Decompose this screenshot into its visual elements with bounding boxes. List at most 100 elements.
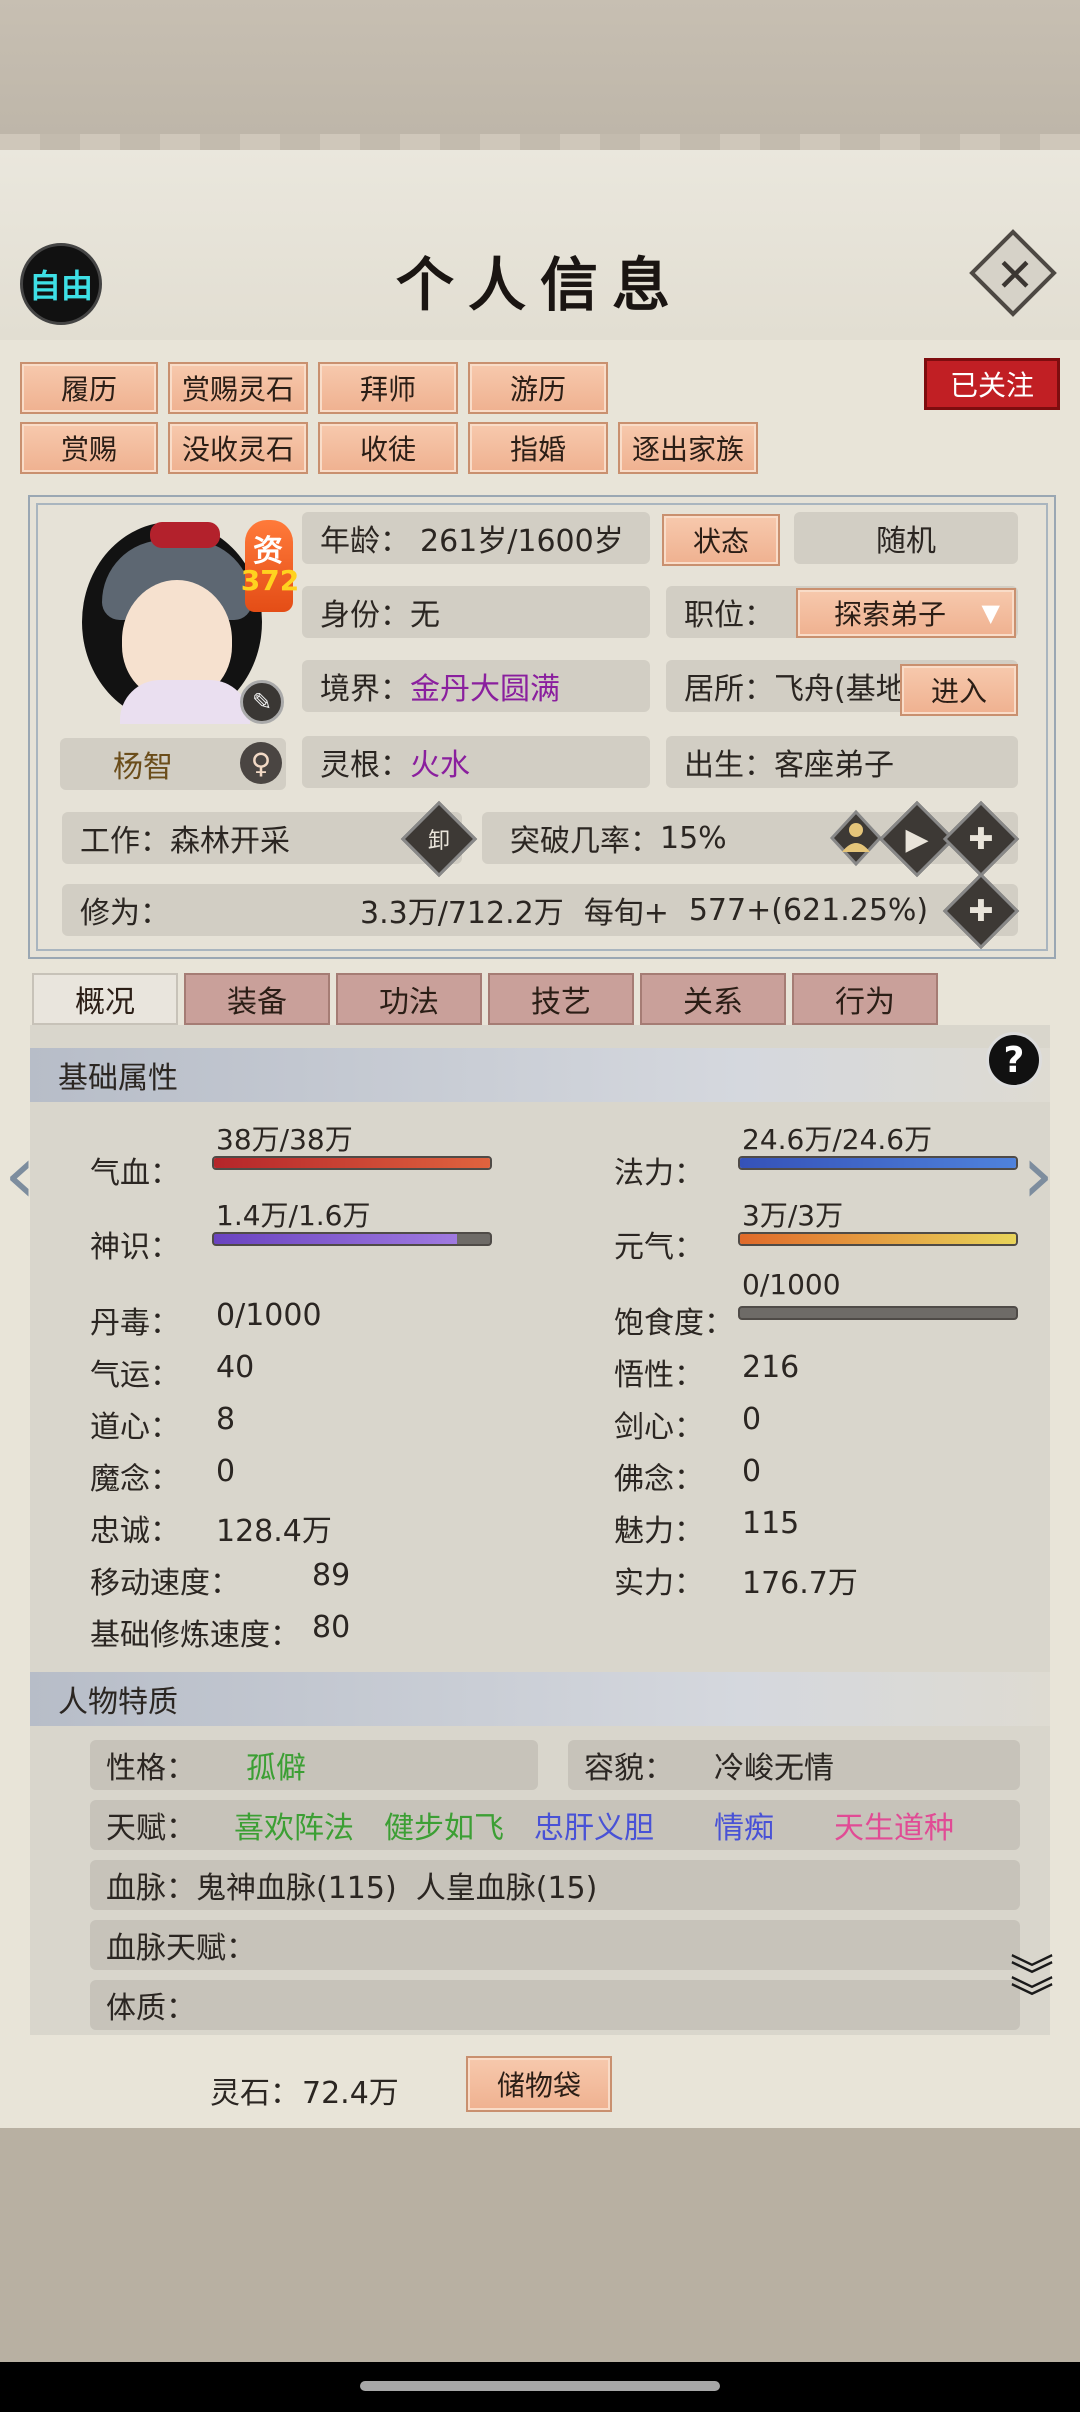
tab-crafts[interactable]: 技艺 bbox=[488, 973, 634, 1025]
dropdown-arrow-icon: ▼ bbox=[981, 599, 1000, 627]
expand-down-icon[interactable]: ︾ ︾ bbox=[1010, 1955, 1070, 2036]
satiety-bar bbox=[738, 1306, 1018, 1320]
free-mode-button[interactable]: 自由 bbox=[20, 243, 102, 325]
qixue-label: 气血： bbox=[90, 1156, 180, 1191]
cultivation-value: 3.3万/712.2万 bbox=[360, 896, 564, 931]
charm-label: 魅力： bbox=[614, 1514, 704, 1549]
shenshi-bar bbox=[212, 1232, 492, 1246]
work-value: 森林开采 bbox=[170, 824, 290, 859]
spirit-root-label: 灵根： bbox=[320, 748, 410, 783]
fali-bar-fill bbox=[740, 1158, 1016, 1168]
action-apprentice-button[interactable]: 拜师 bbox=[318, 362, 458, 414]
tab-relations[interactable]: 关系 bbox=[640, 973, 786, 1025]
luck-label: 气运： bbox=[90, 1358, 180, 1393]
age-row: 年龄： 261岁/1600岁 bbox=[302, 512, 650, 564]
comprehension-value: 216 bbox=[742, 1350, 800, 1385]
talent-item[interactable]: 健步如飞 bbox=[384, 1803, 534, 1847]
aptitude-value: 372 bbox=[240, 564, 300, 597]
cultivation-row: 修为： 3.3万/712.2万 每旬+ 577+(621.25%) bbox=[62, 884, 1018, 936]
sword-heart-label: 剑心： bbox=[614, 1410, 704, 1445]
talent-item[interactable]: 喜欢阵法 bbox=[234, 1803, 384, 1847]
basic-attributes-header: 基础属性 bbox=[30, 1048, 1050, 1102]
character-name-text: 杨智 bbox=[113, 750, 173, 785]
followed-button[interactable]: 已关注 bbox=[924, 358, 1060, 410]
bloodline-value: 鬼神血脉(115) 人皇血脉(15) bbox=[196, 1871, 598, 1906]
action-travel-button[interactable]: 游历 bbox=[468, 362, 608, 414]
move-speed-label: 移动速度： bbox=[90, 1566, 240, 1601]
identity-row: 身份： 无 bbox=[302, 586, 650, 638]
demon-thought-label: 魔念： bbox=[90, 1462, 180, 1497]
demon-thought-value: 0 bbox=[216, 1454, 236, 1489]
bloodline-row: 血脉： 鬼神血脉(115) 人皇血脉(15) bbox=[90, 1860, 1020, 1910]
action-reward-button[interactable]: 赏赐 bbox=[20, 422, 158, 474]
storage-bag-button[interactable]: 储物袋 bbox=[466, 2056, 612, 2112]
yuanqi-value: 3万/3万 bbox=[742, 1199, 844, 1232]
talent-item[interactable]: 天生道种 bbox=[834, 1803, 954, 1847]
help-button[interactable]: ? bbox=[986, 1032, 1042, 1088]
plus-icon: ✚ bbox=[968, 893, 994, 929]
next-character-arrow-icon[interactable]: › bbox=[1022, 1128, 1054, 1221]
talent-item[interactable]: 情痴 bbox=[714, 1803, 834, 1847]
action-reward-stone-button[interactable]: 赏赐灵石 bbox=[168, 362, 308, 414]
shenshi-value: 1.4万/1.6万 bbox=[216, 1199, 371, 1232]
birth-label: 出生： bbox=[684, 748, 774, 783]
work-label: 工作： bbox=[80, 824, 170, 859]
avatar-robe bbox=[120, 680, 250, 724]
personality-value: 孤僻 bbox=[246, 1751, 306, 1786]
luck-value: 40 bbox=[216, 1350, 255, 1385]
satiety-value: 0/1000 bbox=[742, 1268, 841, 1301]
random-button[interactable]: 随机 bbox=[794, 512, 1018, 564]
action-expel-button[interactable]: 逐出家族 bbox=[618, 422, 758, 474]
spirit-root-value: 火水 bbox=[410, 748, 470, 783]
physique-row: 体质： bbox=[90, 1980, 1020, 2030]
personality-label: 性格： bbox=[106, 1751, 196, 1786]
buddha-thought-value: 0 bbox=[742, 1454, 762, 1489]
position-dropdown[interactable]: 探索弟子 ▼ bbox=[796, 588, 1016, 638]
spirit-stone-value: 72.4万 bbox=[302, 2076, 399, 2111]
identity-value: 无 bbox=[410, 598, 440, 633]
edit-brush-icon[interactable]: ✎ bbox=[240, 680, 284, 724]
birth-row: 出生： 客座弟子 bbox=[666, 736, 1018, 788]
tab-behavior[interactable]: 行为 bbox=[792, 973, 938, 1025]
female-icon: ♀ bbox=[240, 742, 282, 784]
prev-character-arrow-icon[interactable]: ‹ bbox=[4, 1128, 36, 1221]
breakthrough-label: 突破几率： bbox=[510, 824, 660, 859]
tab-skills[interactable]: 功法 bbox=[336, 973, 482, 1025]
tab-overview[interactable]: 概况 bbox=[32, 973, 178, 1025]
traits-header: 人物特质 bbox=[30, 1672, 1050, 1726]
action-take-disciple-button[interactable]: 收徒 bbox=[318, 422, 458, 474]
cultivation-label: 修为： bbox=[80, 896, 170, 931]
meditate-figure-icon[interactable] bbox=[828, 808, 884, 868]
strength-value: 176.7万 bbox=[742, 1566, 858, 1601]
base-cultivation-speed-label: 基础修炼速度： bbox=[90, 1618, 300, 1653]
footer-background bbox=[0, 2128, 1080, 2362]
dandu-value: 0/1000 bbox=[216, 1298, 322, 1333]
enter-button[interactable]: 进入 bbox=[900, 664, 1018, 716]
looks-label: 容貌： bbox=[584, 1751, 674, 1786]
traits-title: 人物特质 bbox=[58, 1685, 178, 1720]
tab-equipment[interactable]: 装备 bbox=[184, 973, 330, 1025]
fali-label: 法力： bbox=[614, 1156, 704, 1191]
qixue-value: 38万/38万 bbox=[216, 1123, 353, 1156]
action-confiscate-stone-button[interactable]: 没收灵石 bbox=[168, 422, 308, 474]
looks-value: 冷峻无情 bbox=[714, 1751, 834, 1786]
avatar-bow bbox=[150, 522, 220, 548]
close-icon[interactable]: ✕ bbox=[982, 242, 1048, 308]
physique-label: 体质： bbox=[106, 1991, 196, 2026]
residence-label: 居所： bbox=[684, 672, 774, 707]
status-button[interactable]: 状态 bbox=[662, 514, 780, 566]
top-background bbox=[0, 0, 1080, 150]
talent-item[interactable]: 忠肝义胆 bbox=[534, 1803, 714, 1847]
bloodline-label: 血脉： bbox=[106, 1871, 196, 1906]
yuanqi-bar bbox=[738, 1232, 1018, 1246]
realm-row: 境界： 金丹大圆满 bbox=[302, 660, 650, 712]
action-arrange-marriage-button[interactable]: 指婚 bbox=[468, 422, 608, 474]
yuanqi-bar-fill bbox=[740, 1234, 1016, 1244]
home-indicator[interactable] bbox=[360, 2381, 720, 2391]
position-label: 职位： bbox=[684, 598, 774, 633]
action-resume-button[interactable]: 履历 bbox=[20, 362, 158, 414]
spirit-root-row: 灵根： 火水 bbox=[302, 736, 650, 788]
shenshi-bar-fill bbox=[214, 1234, 457, 1244]
breakthrough-value: 15% bbox=[660, 820, 727, 856]
daoxin-label: 道心： bbox=[90, 1410, 180, 1445]
